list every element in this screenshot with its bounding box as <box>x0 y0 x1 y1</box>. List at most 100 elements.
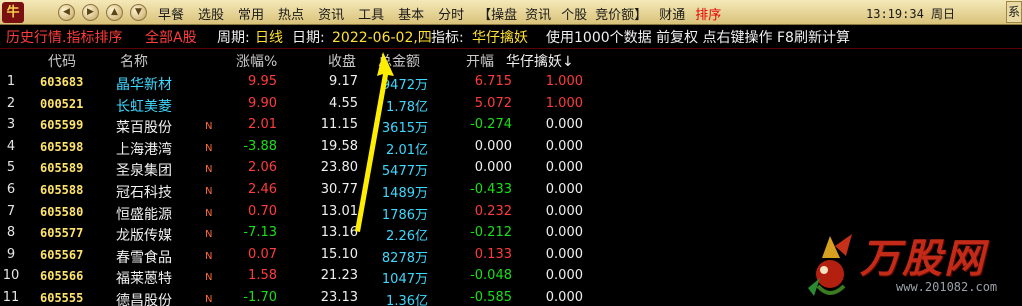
menu-common[interactable]: 常用 <box>238 4 264 23</box>
stock-name: 福莱蒽特 <box>116 271 172 288</box>
col-name[interactable]: 名称 <box>120 51 148 71</box>
col-close[interactable]: 收盘 <box>328 51 356 71</box>
table-row[interactable]: 2 000521 长虹美菱 9.90 4.55 1.78亿 5.072 1.000 <box>0 94 1022 116</box>
stock-name: 德昌股份 <box>116 292 172 306</box>
new-stock-flag: N <box>205 250 213 262</box>
new-stock-flag: N <box>205 293 213 305</box>
menu-trading[interactable]: 【操盘 <box>478 4 517 23</box>
board-selector[interactable]: 全部A股 <box>145 27 197 47</box>
open-change: -0.048 <box>470 268 512 284</box>
forward-icon[interactable]: ▶ <box>82 4 99 21</box>
back-icon[interactable]: ◀ <box>58 4 75 21</box>
row-index: 9 <box>6 246 16 262</box>
open-change: -0.212 <box>470 225 512 241</box>
menu-news[interactable]: 资讯 <box>318 4 344 23</box>
stock-name: 圣泉集团 <box>116 163 172 180</box>
change-percent: -7.13 <box>243 225 277 241</box>
date-value[interactable]: 2022-06-02,四 <box>332 27 432 47</box>
new-stock-flag: N <box>205 207 213 219</box>
menu-auction-amount[interactable]: 竞价额】 <box>595 4 647 23</box>
indicator-value: 1.000 <box>545 95 583 111</box>
bull-logo-icon[interactable]: 牛 <box>2 2 24 23</box>
stock-name: 晶华新材 <box>116 77 172 93</box>
col-change[interactable]: 涨幅% <box>236 51 277 71</box>
col-open[interactable]: 开幅 <box>466 51 494 71</box>
change-percent: 2.46 <box>248 181 277 197</box>
table-row[interactable]: 4 605598 上海港湾 N -3.88 19.58 2.01亿 0.000 0.000 <box>0 137 1022 159</box>
period-value[interactable]: 日线 <box>255 27 283 47</box>
date-label: 日期: <box>292 30 325 46</box>
row-index: 11 <box>2 289 20 305</box>
open-change: 6.715 <box>474 74 512 89</box>
total-amount: 1.78亿 <box>386 99 428 115</box>
row-index: 5 <box>6 160 16 176</box>
row-index: 6 <box>6 181 16 197</box>
table-row[interactable]: 5 605589 圣泉集团 N 2.06 23.80 5477万 0.000 0.000 <box>0 158 1022 180</box>
menu-tools[interactable]: 工具 <box>358 4 384 23</box>
stock-code: 605567 <box>40 247 84 262</box>
menu-intraday[interactable]: 分时 <box>438 4 464 23</box>
change-percent: 2.01 <box>248 117 277 133</box>
open-change: -0.585 <box>470 289 512 305</box>
row-index: 8 <box>6 225 16 241</box>
total-amount: 1786万 <box>381 207 428 223</box>
indicator-value: 0.000 <box>545 160 583 176</box>
stock-name: 上海港湾 <box>116 141 172 158</box>
open-change: -0.433 <box>470 181 512 197</box>
page-title: 历史行情.指标排序 <box>6 30 123 46</box>
row-index: 2 <box>6 95 16 111</box>
period-label: 周期: <box>217 30 250 46</box>
indicator-value: 0.000 <box>545 225 583 241</box>
col-amount[interactable]: 总金额 <box>378 51 420 71</box>
total-amount: 9472万 <box>381 78 428 93</box>
top-menu-bar: 牛 ◀ ▶ ▲ ▼ 早餐 选股 常用 热点 资讯 工具 基本 分时 【操盘 资讯… <box>0 0 1022 25</box>
menu-hotspot[interactable]: 热点 <box>278 4 304 23</box>
app-window: 牛 ◀ ▶ ▲ ▼ 早餐 选股 常用 热点 资讯 工具 基本 分时 【操盘 资讯… <box>0 0 1022 306</box>
down-icon[interactable]: ▼ <box>130 4 147 21</box>
menu-stock-select[interactable]: 选股 <box>198 4 224 23</box>
stock-name: 春雪食品 <box>116 249 172 266</box>
menu-stock[interactable]: 个股 <box>561 4 587 23</box>
stock-code: 605589 <box>40 161 84 176</box>
indicator-value: 0.000 <box>545 138 583 154</box>
menu-caitong[interactable]: 财通 <box>659 4 685 23</box>
watermark-title: 万股网 <box>860 236 986 282</box>
indicator-value: 1.000 <box>545 74 583 89</box>
table-row[interactable]: 7 605580 恒盛能源 N 0.70 13.01 1786万 0.232 0.000 <box>0 202 1022 224</box>
table-row[interactable]: 1 603683 晶华新材 9.95 9.17 9472万 6.715 1.000 <box>0 72 1022 94</box>
open-change: 0.000 <box>474 160 512 176</box>
row-index: 4 <box>6 138 16 154</box>
stock-code: 605599 <box>40 118 84 133</box>
table-row[interactable]: 3 605599 菜百股份 N 2.01 11.15 3615万 -0.274 0.000 <box>0 115 1022 137</box>
close-price: 13.16 <box>320 225 358 241</box>
table-row[interactable]: 6 605588 冠石科技 N 2.46 30.77 1489万 -0.433 0.000 <box>0 180 1022 202</box>
menu-news-2[interactable]: 资讯 <box>525 4 551 23</box>
close-price: 13.01 <box>320 203 358 219</box>
indicator-value: 0.000 <box>545 246 583 262</box>
row-index: 3 <box>6 117 16 133</box>
indicator-value[interactable]: 华仔擒妖 <box>472 27 528 47</box>
menu-sort[interactable]: 排序 <box>695 4 721 23</box>
total-amount: 5477万 <box>381 164 428 180</box>
indicator-value: 0.000 <box>545 268 583 284</box>
system-button[interactable]: 系 <box>1006 1 1022 23</box>
menu-breakfast[interactable]: 早餐 <box>158 4 184 23</box>
new-stock-flag: N <box>205 229 213 241</box>
change-percent: 9.95 <box>248 74 277 89</box>
close-price: 30.77 <box>320 181 358 197</box>
change-percent: 9.90 <box>248 95 277 111</box>
stock-code: 605580 <box>40 204 84 219</box>
info-bar: 历史行情.指标排序 全部A股 周期: 日线 日期: 2022-06-02,四 指… <box>0 25 1022 49</box>
col-code[interactable]: 代码 <box>48 51 108 71</box>
col-indicator[interactable]: 华仔擒妖↓ <box>506 51 574 71</box>
new-stock-flag: N <box>205 185 213 197</box>
change-percent: 0.70 <box>248 203 277 219</box>
close-price: 4.55 <box>329 95 358 111</box>
watermark: 万股网 www.201082.com <box>800 226 1022 306</box>
total-amount: 1489万 <box>381 185 428 201</box>
up-icon[interactable]: ▲ <box>106 4 123 21</box>
stock-code: 605588 <box>40 182 84 197</box>
total-amount: 3615万 <box>381 121 428 137</box>
new-stock-flag: N <box>205 121 213 133</box>
menu-fundamental[interactable]: 基本 <box>398 4 424 23</box>
